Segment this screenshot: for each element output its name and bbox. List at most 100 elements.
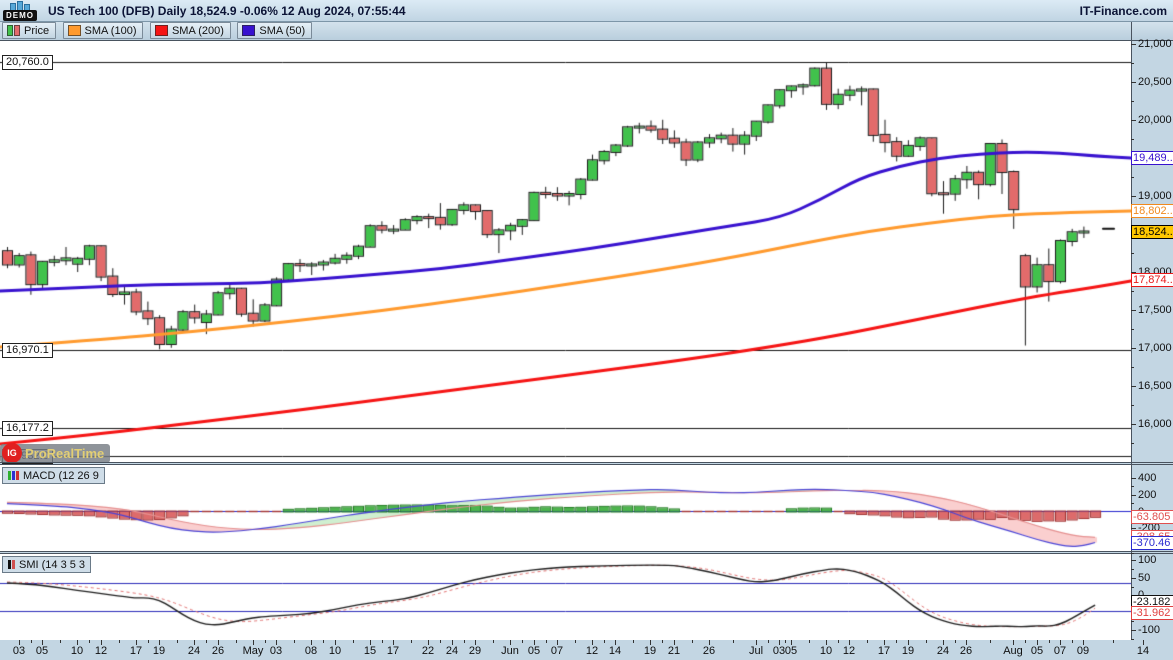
date-minor-tick: [522, 640, 523, 643]
date-tick: [943, 640, 944, 645]
divider: [0, 551, 1173, 552]
date-minor-tick: [89, 640, 90, 643]
date-minor-tick: [733, 640, 734, 643]
date-tick: [849, 640, 850, 645]
divider: [0, 553, 1173, 554]
level-label-apr-low[interactable]: 16,970.1: [2, 343, 53, 358]
header-bar: DEMO US Tech 100 (DFB) Daily 18,524.9 -0…: [0, 0, 1173, 22]
date-tick: [557, 640, 558, 645]
date-minor-tick: [440, 640, 441, 643]
trading-app-window: DEMO US Tech 100 (DFB) Daily 18,524.9 -0…: [0, 0, 1173, 660]
smi-icon: [8, 560, 15, 569]
axis-tick: [1131, 578, 1136, 579]
macd-panel: [0, 465, 1131, 551]
date-tick: [908, 640, 909, 645]
date-label: Aug: [1003, 645, 1023, 657]
axis-tick: [1131, 443, 1134, 444]
axis-tick: [1131, 587, 1134, 588]
axis-label: 21,000: [1138, 38, 1172, 50]
level-label-16177[interactable]: 16,177.2: [2, 421, 53, 436]
date-label: 14: [609, 645, 621, 657]
axis-tick: [1131, 621, 1134, 622]
axis-tick: [1131, 528, 1136, 529]
date-minor-tick: [955, 640, 956, 643]
smi-chart-canvas[interactable]: [0, 554, 1131, 640]
date-tick: [779, 640, 780, 645]
date-label: 26: [212, 645, 224, 657]
axis-tick: [1131, 560, 1136, 561]
date-label: 17: [878, 645, 890, 657]
axis-label: 17,500: [1138, 304, 1172, 316]
date-label: 07: [551, 645, 563, 657]
date-minor-tick: [294, 640, 295, 643]
axis-label: 17,000: [1138, 342, 1172, 354]
date-minor-tick: [1049, 640, 1050, 643]
date-minor-tick: [177, 640, 178, 643]
date-tick: [615, 640, 616, 645]
divider: [0, 462, 1173, 463]
legend-sma200-chip[interactable]: SMA (200): [150, 22, 231, 39]
date-label: Jul: [749, 645, 763, 657]
date-label: 12: [586, 645, 598, 657]
date-minor-tick: [236, 640, 237, 643]
axis-tick: [1131, 44, 1136, 45]
date-tick: [826, 640, 827, 645]
divider: [0, 464, 1173, 465]
smi-indicator-chip[interactable]: SMI (14 3 5 3: [2, 556, 91, 573]
axis-tick: [1131, 639, 1134, 640]
date-label: 05: [1031, 645, 1043, 657]
date-label: 05: [36, 645, 48, 657]
date-label: 12: [843, 645, 855, 657]
price-tag: 19,489..: [1131, 151, 1173, 165]
date-tick: [510, 640, 511, 645]
date-tick: [966, 640, 967, 645]
date-tick: [42, 640, 43, 645]
legend-sma50-chip[interactable]: SMA (50): [237, 22, 312, 39]
price-chart-canvas[interactable]: [0, 40, 1131, 462]
axis-label: 400: [1138, 472, 1156, 484]
legend-sma100-chip[interactable]: SMA (100): [63, 22, 144, 39]
axis-tick: [1131, 82, 1136, 83]
legend-row: Price SMA (100) SMA (200) SMA (50): [0, 22, 1173, 40]
date-minor-tick: [119, 640, 120, 643]
date-label: 09: [1077, 645, 1089, 657]
level-label-high[interactable]: 20,760.0: [2, 55, 53, 70]
date-tick: [674, 640, 675, 645]
date-label: 05: [528, 645, 540, 657]
smi-value-tag: -31.962: [1131, 606, 1173, 620]
price-panel: [0, 40, 1131, 462]
date-tick: [253, 640, 254, 645]
axis-tick: [1131, 348, 1136, 349]
macd-chart-canvas[interactable]: [0, 465, 1131, 551]
date-tick: [650, 640, 651, 645]
divider: [0, 40, 1173, 41]
macd-indicator-chip[interactable]: MACD (12 26 9: [2, 467, 105, 484]
macd-value-tag: -63.805: [1131, 510, 1173, 524]
prorealtime-watermark-text: ProRealTime: [25, 446, 104, 461]
axis-tick: [1131, 486, 1134, 487]
axis-tick: [1131, 424, 1136, 425]
legend-price-chip[interactable]: Price: [2, 22, 56, 39]
date-label: 26: [960, 645, 972, 657]
date-minor-tick: [809, 640, 810, 643]
axis-tick: [1131, 503, 1134, 504]
legend-label: Price: [24, 25, 49, 37]
date-minor-tick: [206, 640, 207, 643]
date-label: 03: [270, 645, 282, 657]
date-label: 17: [387, 645, 399, 657]
axis-label: 16,000: [1138, 418, 1172, 430]
axis-label: 16,500: [1138, 380, 1172, 392]
date-label: 29: [469, 645, 481, 657]
date-minor-tick: [926, 640, 927, 643]
axis-tick: [1131, 495, 1136, 496]
date-tick: [19, 640, 20, 645]
date-label: 10: [329, 645, 341, 657]
date-label: 10: [71, 645, 83, 657]
date-tick: [311, 640, 312, 645]
sma100-swatch-icon: [68, 25, 81, 36]
date-minor-tick: [148, 640, 149, 643]
smi-indicator-label: SMI (14 3 5 3: [19, 559, 85, 571]
date-tick: [475, 640, 476, 645]
divider: [0, 21, 1173, 22]
date-axis[interactable]: 0305101217192426May0308101517222429Jun05…: [0, 640, 1173, 660]
